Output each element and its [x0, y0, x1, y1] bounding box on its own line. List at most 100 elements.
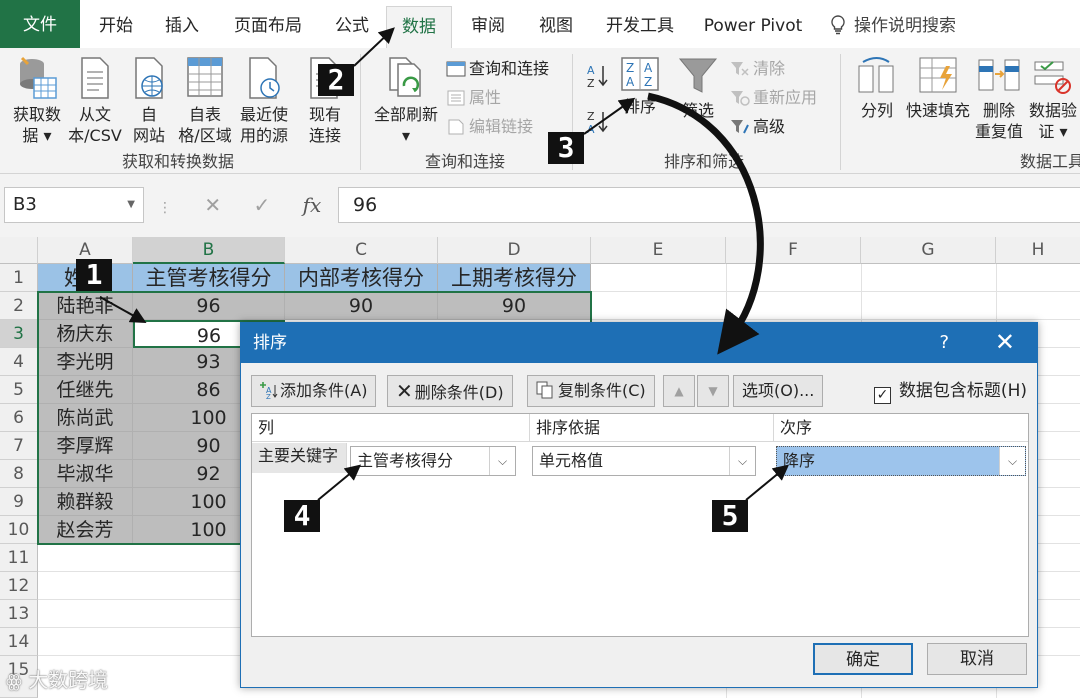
column-header-h[interactable]: H [996, 237, 1080, 264]
chevron-down-icon[interactable]: ⌵ [729, 447, 755, 475]
row-header[interactable]: 1 [0, 264, 38, 292]
refresh-all-button[interactable]: 全部刷新 ▾ [370, 56, 442, 146]
name-box[interactable]: B3 ▼ [4, 187, 144, 223]
row-header[interactable]: 8 [0, 460, 38, 488]
tab-review[interactable]: 审阅 [464, 6, 512, 48]
row-header[interactable]: 2 [0, 292, 38, 320]
insert-function-icon[interactable]: fx [303, 193, 322, 217]
filter-button[interactable]: 筛选 [674, 56, 722, 121]
tab-data[interactable]: 数据 [386, 6, 452, 48]
cancel-button[interactable]: 取消 [927, 643, 1027, 675]
row-header[interactable]: 3 [0, 320, 38, 348]
reapply-button[interactable]: 重新应用 [730, 85, 817, 111]
remove-duplicates-button[interactable]: 删除 重复值 [972, 56, 1026, 142]
column-header-c[interactable]: C [285, 237, 438, 264]
column-header-order: 次序 [774, 414, 1028, 442]
properties-button[interactable]: 属性 [446, 85, 501, 111]
split-label: 分列 [860, 101, 893, 120]
tab-developer[interactable]: 开发工具 [600, 6, 680, 48]
row-header[interactable]: 11 [0, 544, 38, 572]
header-cell-internal-score[interactable]: 内部考核得分 [285, 264, 438, 292]
chevron-down-icon[interactable]: ▼ [127, 188, 135, 222]
tab-formulas[interactable]: 公式 [328, 6, 376, 48]
advanced-filter-button[interactable]: 高级 [730, 114, 785, 140]
table-cell-score[interactable]: 96 [133, 292, 285, 320]
add-level-button[interactable]: A Z 添加条件(A) [251, 375, 377, 407]
move-down-button[interactable]: ▼ [697, 375, 729, 407]
column-header-g[interactable]: G [861, 237, 996, 264]
help-icon[interactable]: ? [939, 323, 949, 363]
tab-view[interactable]: 视图 [532, 6, 580, 48]
table-cell-score[interactable]: 90 [285, 292, 438, 320]
sort-descending-button[interactable]: Z A [584, 108, 612, 141]
close-icon[interactable]: ✕ [995, 323, 1015, 361]
chevron-down-icon[interactable]: ⌵ [999, 447, 1025, 475]
move-up-button[interactable]: ▲ [663, 375, 695, 407]
recent-sources-button[interactable]: 最近使 用的源 [236, 56, 292, 146]
edit-links-button[interactable]: 编辑链接 [446, 114, 533, 140]
header-cell-supervisor-score[interactable]: 主管考核得分 [133, 264, 285, 292]
clear-filter-button[interactable]: 清除 [730, 56, 785, 82]
validation-label-2: 证 ▾ [1038, 122, 1068, 141]
column-header-d[interactable]: D [438, 237, 591, 264]
checkbox-checked-icon[interactable]: ✓ [873, 387, 891, 404]
column-header-e[interactable]: E [591, 237, 726, 264]
data-validation-button[interactable]: 数据验 证 ▾ [1026, 56, 1080, 142]
column-header-b[interactable]: B [133, 237, 285, 264]
table-cell-name[interactable]: 陈尚武 [38, 404, 133, 432]
row-header[interactable]: 4 [0, 348, 38, 376]
from-table-button[interactable]: 自表 格/区域 [174, 56, 236, 146]
row-header[interactable]: 5 [0, 376, 38, 404]
from-text-label-2: 本/CSV [68, 126, 122, 145]
tab-file[interactable]: 文件 [0, 0, 80, 48]
table-cell-name[interactable]: 李光明 [38, 348, 133, 376]
has-headers-checkbox[interactable]: ✓ 数据包含标题(H) [873, 375, 1027, 407]
options-button[interactable]: 选项(O)... [733, 375, 824, 407]
sort-ascending-button[interactable]: A Z [584, 62, 612, 95]
cancel-formula-icon[interactable]: ✕ [204, 193, 221, 217]
table-cell-name[interactable]: 任继先 [38, 376, 133, 404]
sort-on-select[interactable]: 单元格值 ⌵ [532, 446, 756, 476]
row-header[interactable]: 7 [0, 432, 38, 460]
column-header-f[interactable]: F [726, 237, 861, 264]
from-web-button[interactable]: 自 网站 [126, 56, 172, 146]
copy-level-button[interactable]: 复制条件(C) [527, 375, 655, 407]
ok-button[interactable]: 确定 [813, 643, 913, 675]
row-header[interactable]: 6 [0, 404, 38, 432]
remove-duplicates-icon [978, 59, 1020, 91]
row-header[interactable]: 10 [0, 516, 38, 544]
table-cell-name[interactable]: 赖群毅 [38, 488, 133, 516]
table-cell-name[interactable]: 李厚辉 [38, 432, 133, 460]
tab-page-layout[interactable]: 页面布局 [228, 6, 308, 48]
queries-connections-button[interactable]: 查询和连接 [446, 56, 549, 82]
select-all-corner[interactable] [0, 237, 38, 264]
header-cell-previous-score[interactable]: 上期考核得分 [438, 264, 591, 292]
table-cell-name[interactable]: 陆艳菲 [38, 292, 133, 320]
from-web-label-2: 网站 [132, 126, 165, 145]
text-to-columns-button[interactable]: 分列 [854, 56, 900, 121]
table-cell-name[interactable]: 毕淑华 [38, 460, 133, 488]
order-select[interactable]: 降序 ⌵ [776, 446, 1026, 476]
chevron-down-icon[interactable]: ⌵ [489, 447, 515, 475]
flash-fill-button[interactable]: 快速填充 [902, 56, 974, 121]
delete-level-button[interactable]: ✕ 删除条件(D) [387, 375, 513, 407]
tab-power-pivot[interactable]: Power Pivot [700, 6, 806, 48]
tab-insert[interactable]: 插入 [158, 6, 206, 48]
formula-input[interactable]: 96 [338, 187, 1080, 223]
sort-key-select[interactable]: 主管考核得分 ⌵ [350, 446, 516, 476]
enter-formula-icon[interactable]: ✓ [253, 193, 270, 217]
tell-me-search[interactable]: 操作说明搜索 [830, 6, 990, 48]
row-header[interactable]: 14 [0, 628, 38, 656]
table-cell-name[interactable]: 杨庆东 [38, 320, 133, 348]
row-header[interactable]: 9 [0, 488, 38, 516]
table-cell-score[interactable]: 90 [438, 292, 591, 320]
row-header[interactable]: 12 [0, 572, 38, 600]
get-data-button[interactable]: 获取数 据 ▾ [8, 56, 66, 146]
sort-button[interactable]: Z A A Z 排序 [616, 56, 664, 117]
tab-home[interactable]: 开始 [92, 6, 140, 48]
table-cell-name[interactable]: 赵会芳 [38, 516, 133, 544]
web-page-icon [135, 57, 163, 99]
row-header[interactable]: 13 [0, 600, 38, 628]
from-text-csv-button[interactable]: 从文 本/CSV [66, 56, 124, 146]
edit-links-icon [448, 119, 464, 135]
